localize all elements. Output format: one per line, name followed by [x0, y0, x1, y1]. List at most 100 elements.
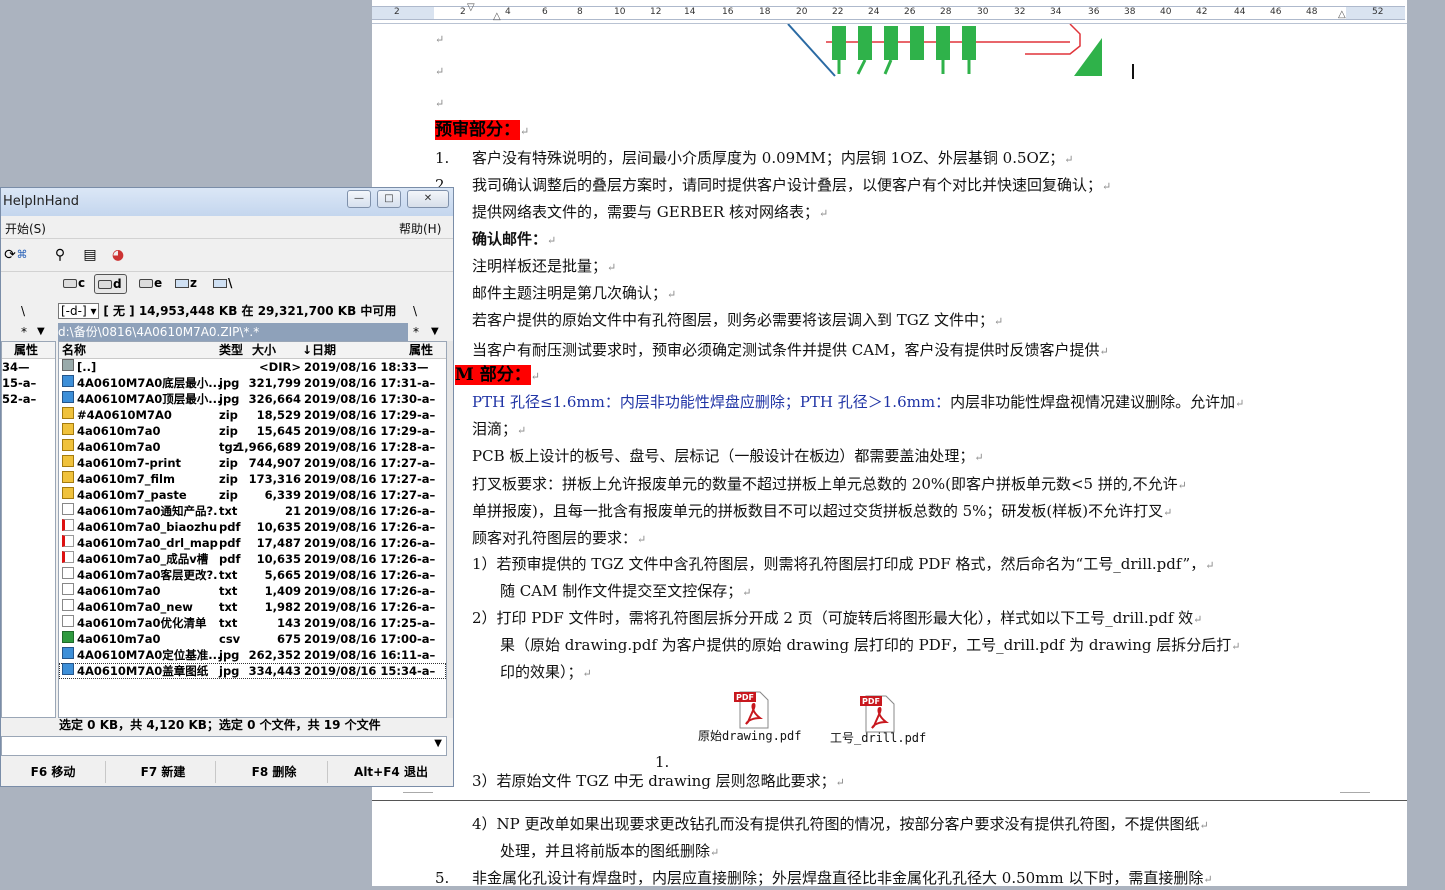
- file-row[interactable]: 4a0610m7a0 tgz 1,966,689 2019/08/16 17:28-a…: [59, 439, 446, 455]
- col-name[interactable]: 名称: [62, 342, 86, 358]
- attachment-drill[interactable]: PDF: [860, 694, 898, 734]
- file-row[interactable]: 4a0610m7_film zip 173,316 2019/08/16 17:27-…: [59, 471, 446, 487]
- drive-c-button[interactable]: c: [60, 274, 89, 292]
- file-row[interactable]: 4a0610m7a0_biaozhu pdf 10,635 2019/08/16 17…: [59, 519, 446, 535]
- paragraph[interactable]: 3）若原始文件 TGZ 中无 drawing 层则忽略此要求；↵: [472, 771, 845, 793]
- window-titlebar[interactable]: HelpInHand — □ ✕: [1, 188, 453, 216]
- paragraph[interactable]: 2）打印 PDF 文件时，需将孔符图层拆分开成 2 页（可旋转后将图形最大化），…: [472, 608, 1202, 630]
- chevron-down-icon[interactable]: ▼: [37, 323, 45, 341]
- paragraph[interactable]: 若客户提供的原始文件中有孔符图层，则务必需要将该层调入到 TGZ 文件中；↵: [472, 310, 1003, 332]
- file-row[interactable]: 4A0610M7A0顶层最小... jpg 326,664 2019/08/16 17…: [59, 391, 446, 407]
- paragraph[interactable]: 提供网络表文件的，需要与 GERBER 核对网络表；↵: [472, 202, 828, 224]
- alt-f4-exit-button[interactable]: Alt+F4 退出: [333, 761, 449, 783]
- chevron-down-icon[interactable]: ▼: [434, 738, 442, 749]
- maximize-button[interactable]: □: [377, 190, 401, 208]
- left-indent-marker[interactable]: △: [493, 12, 501, 22]
- paragraph[interactable]: 4）NP 更改单如果出现要求更改钻孔而没有提供孔符图的情况，按部分客户要求没有提…: [472, 814, 1209, 836]
- file-type: pdf: [219, 552, 241, 566]
- file-row[interactable]: 4a0610m7a0_成品v槽 pdf 10,635 2019/08/16 17:26…: [59, 551, 446, 567]
- file-row[interactable]: 4a0610m7a0_new txt 1,982 2019/08/16 17:26-a…: [59, 599, 446, 615]
- file-row[interactable]: 4a0610m7a0 txt 1,409 2019/08/16 17:26-a–: [59, 583, 446, 599]
- archive-file-icon: [62, 407, 74, 419]
- paragraph[interactable]: 5. 非金属化孔设计有焊盘时，内层应直接删除；外层焊盘直径比非金属化孔孔径大 0.…: [435, 868, 1213, 890]
- drive-d-button[interactable]: d: [94, 274, 127, 294]
- scrollbar[interactable]: [447, 341, 453, 718]
- file-date: 2019/08/16 18:33—: [304, 360, 429, 374]
- menu-start[interactable]: 开始(S): [5, 220, 46, 237]
- drive-e-button[interactable]: e: [136, 274, 166, 292]
- paragraph[interactable]: 泪滴；↵: [472, 419, 526, 441]
- left-file-list[interactable]: 属性 34— 15-a– 52-a–: [1, 341, 56, 718]
- right-panel-path[interactable]: d:\备份\0816\4A0610M7A0.ZIP\*.*: [58, 323, 408, 341]
- paragraph-text: 处理，并且将前版本的图纸删除: [500, 842, 711, 860]
- paragraph[interactable]: a)注明样板还是批量；↵: [435, 256, 616, 278]
- paragraph[interactable]: 1. 客户没有特殊说明的，层间最小介质厚度为 0.09MM；内层铜 1OZ、外层基…: [435, 148, 1073, 170]
- paragraph[interactable]: 2. 我司确认调整后的叠层方案时，请同时提供客户设计叠层，以便客户有个对比并快速回…: [435, 175, 1111, 197]
- paragraph[interactable]: PCB 板上设计的板号、盘号、层标记（一般设计在板边）都需要盖油处理；↵: [472, 446, 984, 468]
- paragraph[interactable]: 1）若预审提供的 TGZ 文件中含孔符图层，则需将孔符图层打印成 PDF 格式，…: [472, 554, 1214, 576]
- f8-delete-button[interactable]: F8 删除: [221, 761, 328, 783]
- f7-new-button[interactable]: F7 新建: [111, 761, 216, 783]
- file-name: 4a0610m7a0: [77, 584, 161, 598]
- palette-icon[interactable]: ◕: [109, 246, 127, 264]
- attachment-label[interactable]: 工号_drill.pdf: [830, 729, 926, 746]
- paragraph[interactable]: 随 CAM 制作文件提交至文控保存；↵: [500, 581, 751, 603]
- file-row[interactable]: 4a0610m7-print zip 744,907 2019/08/16 17:27…: [59, 455, 446, 471]
- first-line-indent-marker[interactable]: ▽: [467, 3, 475, 13]
- file-row[interactable]: 4A0610M7A0底层最小... jpg 321,799 2019/08/16 17…: [59, 375, 446, 391]
- notepad-icon[interactable]: ▤: [81, 246, 99, 264]
- file-row[interactable]: 4a0610m7a0 csv 675 2019/08/16 17:00-a–: [59, 631, 446, 647]
- paragraph[interactable]: 果（原始 drawing.pdf 为客户提供的原始 drawing 层打印的 P…: [500, 635, 1240, 657]
- pdf-file-icon: PDF: [860, 695, 895, 733]
- paragraph[interactable]: 打叉板要求：拼板上允许报废单元的数量不超过拼板上单元总数的 20%(即客户拼板单…: [472, 474, 1187, 496]
- col-attr[interactable]: 属性: [409, 342, 433, 358]
- section-heading[interactable]: 预审部分：↵: [435, 120, 529, 142]
- col-type[interactable]: 类型: [219, 342, 243, 358]
- left-panel-up[interactable]: \: [21, 301, 25, 321]
- file-type: txt: [219, 504, 238, 518]
- right-panel-up[interactable]: \: [413, 301, 417, 321]
- file-row[interactable]: 4A0610M7A0定位基准... jpg 262,352 2019/08/16 16…: [59, 647, 446, 663]
- attachment-original-drawing[interactable]: PDF: [734, 690, 772, 730]
- chevron-down-icon[interactable]: ▼: [431, 323, 439, 341]
- pdf-file-icon: [62, 551, 74, 563]
- file-name: 4A0610M7A0底层最小...: [77, 376, 222, 390]
- filter-box[interactable]: * ▼: [413, 323, 453, 341]
- file-row[interactable]: 4a0610m7a0 zip 15,645 2019/08/16 17:29-a–: [59, 423, 446, 439]
- right-file-list[interactable]: 名称 类型 大小 ↓日期 属性 [..] <DIR> 2019/08/16 18:3…: [58, 341, 447, 718]
- file-row[interactable]: 4a0610m7a0_drl_map pdf 17,487 2019/08/16 17…: [59, 535, 446, 551]
- paragraph[interactable]: b)邮件主题注明是第几次确认；↵: [435, 283, 676, 305]
- paragraph[interactable]: 单拼报废)，且每一批含有报废单元的拼板数目不可以超过交货拼板总数的 5%；研发板…: [472, 501, 1172, 523]
- paragraph[interactable]: PTH 孔径≤1.6mm：内层非功能性焊盘应删除；PTH 孔径＞1.6mm：内层…: [472, 392, 1244, 414]
- paragraph[interactable]: 顾客对孔符图层的要求：↵: [472, 528, 646, 550]
- drive-z-button[interactable]: z: [172, 274, 201, 292]
- binoculars-icon[interactable]: ⚲: [51, 246, 69, 264]
- file-row[interactable]: 4a0610m7a0客层更改?. txt 5,665 2019/08/16 17:26…: [59, 567, 446, 583]
- section-heading[interactable]: M 部分：↵: [455, 365, 540, 387]
- file-row[interactable]: #4A0610M7A0 zip 18,529 2019/08/16 17:29-a–: [59, 407, 446, 423]
- menu-help[interactable]: 帮助(H): [399, 220, 441, 237]
- file-row[interactable]: [..] <DIR> 2019/08/16 18:33—: [59, 359, 446, 375]
- helpinhand-window[interactable]: HelpInHand — □ ✕ 开始(S) 帮助(H) ⟳ ⌘ ⚲ ▤ ◕ c…: [0, 187, 454, 787]
- file-row[interactable]: 4a0610m7a0优化清单 txt 143 2019/08/16 17:25-a–: [59, 615, 446, 631]
- col-date[interactable]: ↓日期: [302, 342, 336, 358]
- left-panel-path[interactable]: * ▼: [1, 323, 56, 341]
- horizontal-ruler[interactable]: 2 2 4 6 8 10 12 14 16 18 20 22 24 26 28 30 32 34 36 38 40 42 4…: [372, 0, 1407, 24]
- url-icon[interactable]: ⌘: [13, 246, 31, 264]
- col-size[interactable]: 大小: [252, 342, 276, 358]
- network-root-button[interactable]: \: [210, 274, 236, 292]
- drive-select[interactable]: [-d-] ▾: [58, 303, 100, 319]
- right-indent-marker[interactable]: △: [1338, 10, 1346, 20]
- paragraph[interactable]: 当客户有耐压测试要求时，预审必须确定测试条件并提供 CAM，客户没有提供时反馈客…: [472, 340, 1109, 362]
- attachment-label[interactable]: 原始drawing.pdf: [698, 727, 801, 744]
- file-row[interactable]: 4a0610m7a0通知产品?. txt 21 2019/08/16 17:26-a–: [59, 503, 446, 519]
- file-row[interactable]: 4a0610m7_paste zip 6,339 2019/08/16 17:27-a…: [59, 487, 446, 503]
- paragraph[interactable]: 确认邮件：↵: [472, 229, 556, 251]
- paragraph[interactable]: 处理，并且将前版本的图纸删除↵: [500, 841, 719, 863]
- paragraph[interactable]: 印的效果）；↵: [500, 662, 592, 684]
- close-button[interactable]: ✕: [407, 190, 449, 208]
- minimize-button[interactable]: —: [347, 190, 371, 208]
- command-line-input[interactable]: ▼: [1, 736, 447, 756]
- file-row[interactable]: 4A0610M7A0盖章图纸 jpg 334,443 2019/08/16 15:34…: [59, 663, 446, 679]
- f6-move-button[interactable]: F6 移动: [1, 761, 106, 783]
